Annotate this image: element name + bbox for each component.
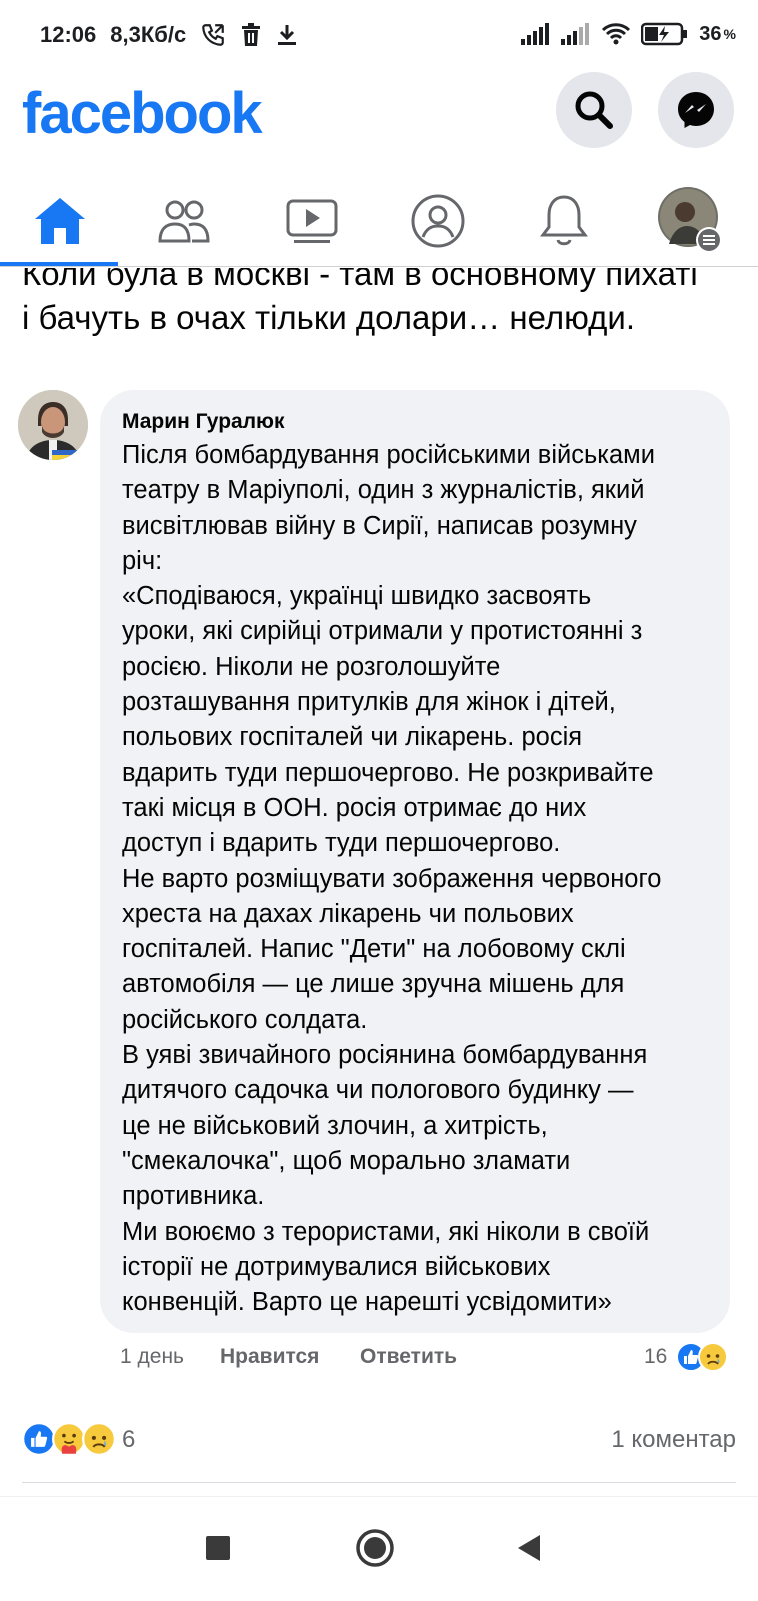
post-care-reaction-icon — [52, 1422, 86, 1456]
friends-icon — [158, 200, 210, 243]
previous-comment-line-2: і бачуть в очах тільки долари… нелюди. — [22, 299, 635, 336]
comment-line: автомобіля — це лише зручна мішень для — [122, 970, 625, 999]
home-icon — [35, 198, 85, 244]
comment-line: історії не дотримувалися військових — [122, 1252, 551, 1281]
like-button[interactable]: Нравится — [220, 1345, 319, 1369]
comment-line: Після бомбардування російськими військам… — [122, 441, 655, 469]
messenger-button[interactable] — [658, 72, 734, 148]
post-reaction-count[interactable]: 6 — [122, 1426, 135, 1454]
tab-menu[interactable] — [630, 178, 750, 264]
comment-line: противника. — [122, 1182, 265, 1211]
status-right: 36% — [521, 22, 736, 46]
status-left: 12:06 8,3Кб/с — [40, 22, 298, 48]
battery-level: 36 — [699, 22, 722, 45]
comment-line: російського солдата. — [122, 1005, 368, 1034]
status-speed: 8,3Кб/с — [110, 22, 187, 47]
reply-button[interactable]: Ответить — [360, 1345, 457, 1369]
comment-line: конвенцій. Варто це нарешті усвідомити» — [122, 1288, 612, 1317]
comment-line: "смекалочка", щоб морально зламати — [122, 1146, 571, 1175]
comment-line: річ: — [122, 546, 163, 575]
signal-icon — [521, 23, 550, 45]
post-footer-divider — [22, 1482, 736, 1483]
comment-text: Після бомбардування російськими військам… — [122, 438, 722, 1320]
search-icon — [575, 91, 613, 129]
comment-line: госпіталей. Напис "Дети" на лобовому скл… — [122, 935, 626, 964]
tab-profile[interactable] — [378, 178, 498, 264]
comment-line: В уяві звичайного росіянина бомбардуванн… — [122, 1041, 648, 1070]
commenter-photo — [18, 390, 88, 460]
comment-author[interactable]: Марин Гуралюк — [122, 410, 284, 434]
comment-line: театру в Маріуполі, один з журналістів, … — [122, 476, 645, 505]
battery-icon — [641, 22, 688, 46]
comment-actions: 1 день Нравится Ответить 16 — [120, 1342, 738, 1375]
comment-line: «Сподіваюся, українці швидко засвоять — [122, 582, 592, 611]
status-bar: 12:06 8,3Кб/с 36% — [0, 0, 758, 72]
comment-line: польових госпіталей чи лікарень. росія — [122, 723, 583, 752]
recent-apps-icon[interactable] — [205, 1535, 231, 1561]
previous-comment-line-1: Коли була в москві - там в основному пих… — [22, 268, 698, 292]
comment-line: такі місця в ООН. росія отримає до них — [122, 793, 587, 822]
post-sad-reaction-icon — [82, 1422, 116, 1456]
phone-call-icon — [202, 24, 225, 46]
commenter-avatar[interactable] — [18, 390, 88, 460]
comment-reaction-count[interactable]: 16 — [644, 1345, 667, 1369]
comment-line: розташування притулків для жінок і дітей… — [122, 688, 616, 717]
bell-icon — [540, 195, 588, 246]
comment-line: хреста на дахах лікарень чи польових — [122, 899, 574, 928]
comment-line: уроки, які сирійці отримали у протистоян… — [122, 617, 643, 646]
facebook-logo[interactable]: facebook — [22, 80, 263, 147]
wifi-icon — [602, 23, 631, 45]
app-header: facebook — [0, 72, 758, 172]
comment-line: це не військовий злочин, а хитрість, — [122, 1111, 548, 1140]
post-like-reaction-icon — [22, 1422, 56, 1456]
post-comments-count[interactable]: 1 коментар — [611, 1426, 736, 1454]
user-avatar-menu-icon — [658, 187, 722, 253]
system-nav-bar — [0, 1496, 758, 1601]
back-button-icon[interactable] — [516, 1533, 542, 1563]
post-reactions-bar: 6 1 коментар — [0, 1420, 758, 1460]
comment-line: Ми воюємо з терористами, які ніколи в св… — [122, 1217, 650, 1246]
battery-percent-sign: % — [723, 26, 736, 42]
comment-line: росією. Ніколи не розголошуйте — [122, 652, 501, 681]
messenger-icon — [678, 92, 714, 128]
tab-home[interactable] — [0, 178, 120, 264]
tabs-divider — [0, 266, 758, 267]
comment-bubble[interactable]: Марин Гуралюк Після бомбардування російс… — [100, 390, 730, 1333]
comment-line: Не варто розміщувати зображення червоног… — [122, 864, 662, 893]
tab-friends[interactable] — [124, 178, 244, 264]
sad-reaction-icon — [698, 1342, 728, 1372]
home-button-icon[interactable] — [356, 1529, 394, 1567]
tab-notifications[interactable] — [504, 178, 624, 264]
search-button[interactable] — [556, 72, 632, 148]
profile-icon — [411, 194, 465, 248]
signal-2-icon — [561, 23, 590, 45]
previous-comment-text: Коли була в москві - там в основному пих… — [22, 268, 742, 348]
watch-video-icon — [286, 199, 338, 243]
comment-time[interactable]: 1 день — [120, 1345, 184, 1369]
tab-watch[interactable] — [252, 178, 372, 264]
trash-icon — [242, 23, 261, 46]
comment-line: вдарить туди першочергово. Не розкривайт… — [122, 758, 654, 787]
comment-line: доступ і вдарить туди першочергово. — [122, 829, 561, 858]
download-icon — [278, 25, 297, 45]
nav-tabs — [0, 178, 758, 268]
status-time: 12:06 — [40, 22, 97, 47]
comment-line: висвітлював війну в Сирії, написав розум… — [122, 511, 637, 540]
comment-line: дитячого садочка чи пологового будинку — — [122, 1076, 634, 1105]
